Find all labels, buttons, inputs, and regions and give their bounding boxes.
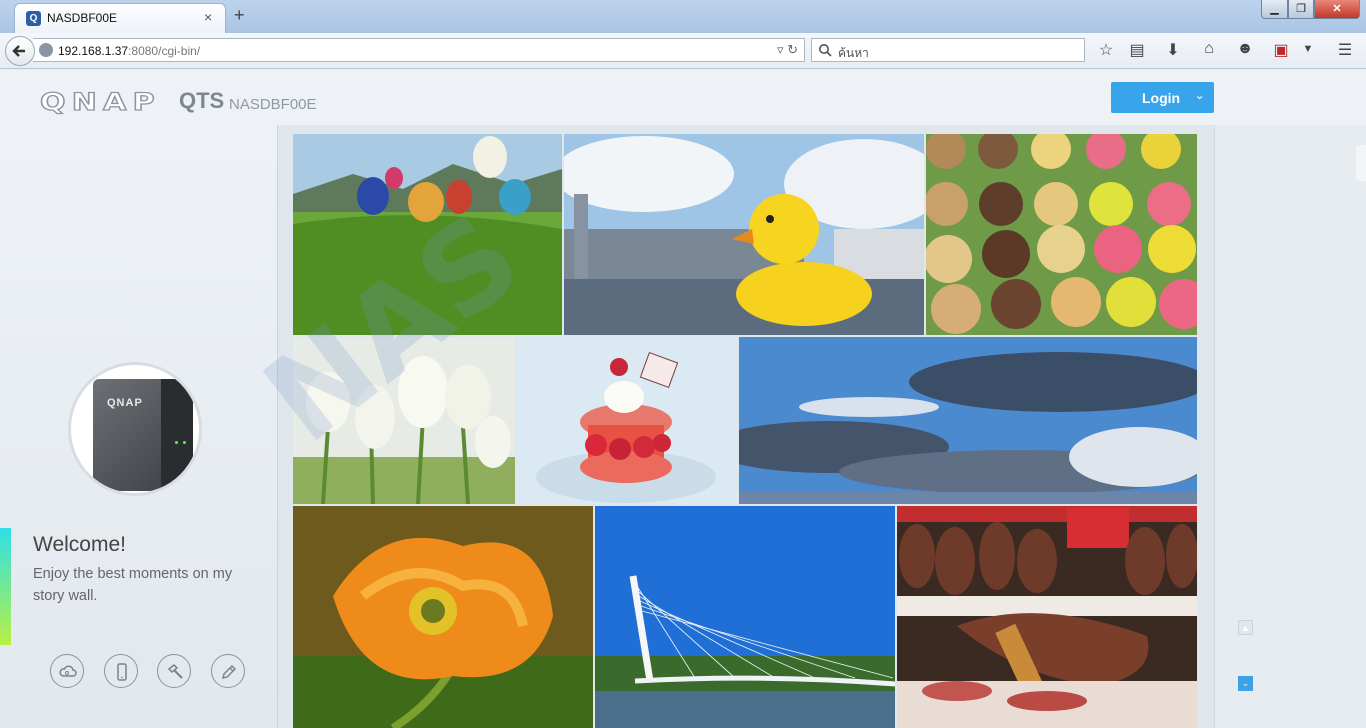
- cloud-icon: [59, 665, 77, 677]
- qts-header: QNAP QTS NASDBF00E Login ⌄: [0, 70, 1366, 125]
- tab-close-icon[interactable]: ×: [204, 9, 212, 25]
- mobile-button[interactable]: [104, 654, 138, 688]
- back-arrow-icon: [12, 45, 25, 57]
- photo-tulips[interactable]: [293, 337, 515, 504]
- home-icon[interactable]: ⌂: [1198, 40, 1220, 58]
- edit-button[interactable]: [211, 654, 245, 688]
- welcome-text: Enjoy the best moments on my story wall.: [33, 566, 233, 604]
- browser-nav-bar: 192.168.1.37:8080/cgi-bin/ ▿ ↻ ค้นหา ☆ ▤…: [0, 33, 1366, 69]
- photo-orange-poppy[interactable]: [293, 506, 593, 728]
- qnap-logo: QNAP: [39, 87, 161, 116]
- url-text: 192.168.1.37:8080/cgi-bin/: [58, 44, 201, 58]
- cloud-button[interactable]: [50, 654, 84, 688]
- window-minimize-button[interactable]: ▁: [1261, 0, 1288, 19]
- browser-tab[interactable]: Q NASDBF00E ×: [14, 3, 226, 33]
- tools-button[interactable]: [157, 654, 191, 688]
- globe-icon: [39, 43, 53, 57]
- chevron-down-icon: ⌄: [1195, 90, 1205, 102]
- mobile-icon: [117, 663, 127, 681]
- qnap-favicon-icon: Q: [26, 11, 41, 26]
- window-maximize-button[interactable]: ❐: [1288, 0, 1314, 19]
- photo-rubber-duck[interactable]: [564, 134, 924, 335]
- pencil-icon: [221, 664, 237, 680]
- window-close-button[interactable]: ✕: [1314, 0, 1360, 19]
- photo-ham-market[interactable]: [897, 506, 1197, 728]
- chat-icon[interactable]: ☻: [1234, 40, 1256, 58]
- photo-macarons[interactable]: [926, 134, 1197, 335]
- tab-title: NASDBF00E: [47, 11, 118, 25]
- photo-macaron-dessert[interactable]: [516, 337, 738, 504]
- scroll-down-button[interactable]: ⌄: [1238, 676, 1253, 691]
- photo-cloudy-sky[interactable]: [739, 337, 1197, 504]
- hamburger-icon[interactable]: ☰: [1334, 40, 1356, 60]
- device-avatar: QNAP: [68, 362, 202, 496]
- nas-device-image: QNAP: [93, 379, 193, 491]
- product-name: QTS: [179, 88, 225, 113]
- search-input[interactable]: ค้นหา: [811, 38, 1085, 62]
- address-bar[interactable]: 192.168.1.37:8080/cgi-bin/ ▿ ↻: [33, 38, 805, 62]
- nas-hostname: NASDBF00E: [229, 96, 317, 113]
- login-button[interactable]: Login ⌄: [1111, 82, 1214, 113]
- welcome-title: Welcome!: [33, 533, 126, 556]
- chevron-up-icon: ▲: [1241, 623, 1250, 633]
- chevron-down-icon: ⌄: [1241, 678, 1250, 688]
- browser-tab-bar: Q NASDBF00E × + ▁ ❐ ✕: [0, 0, 1366, 33]
- scroll-up-button[interactable]: ▲: [1238, 620, 1253, 635]
- star-icon[interactable]: ☆: [1095, 40, 1117, 60]
- back-button[interactable]: [5, 36, 35, 66]
- menu-dropdown-icon[interactable]: ▼: [1297, 43, 1319, 55]
- photo-hot-air-balloons[interactable]: [293, 134, 562, 335]
- right-margin: [1214, 125, 1366, 728]
- photo-cable-bridge[interactable]: [595, 506, 895, 728]
- reload-icon[interactable]: ▿ ↻: [777, 42, 798, 58]
- search-icon: [819, 44, 832, 57]
- hammer-icon: [167, 663, 183, 679]
- pdf-icon[interactable]: ▣: [1270, 40, 1292, 60]
- new-tab-button[interactable]: +: [234, 5, 245, 26]
- side-tab-handle[interactable]: [1356, 145, 1366, 181]
- download-icon[interactable]: ⬇: [1162, 40, 1184, 60]
- accent-bar: [0, 528, 11, 645]
- reading-list-icon[interactable]: ▤: [1126, 40, 1148, 60]
